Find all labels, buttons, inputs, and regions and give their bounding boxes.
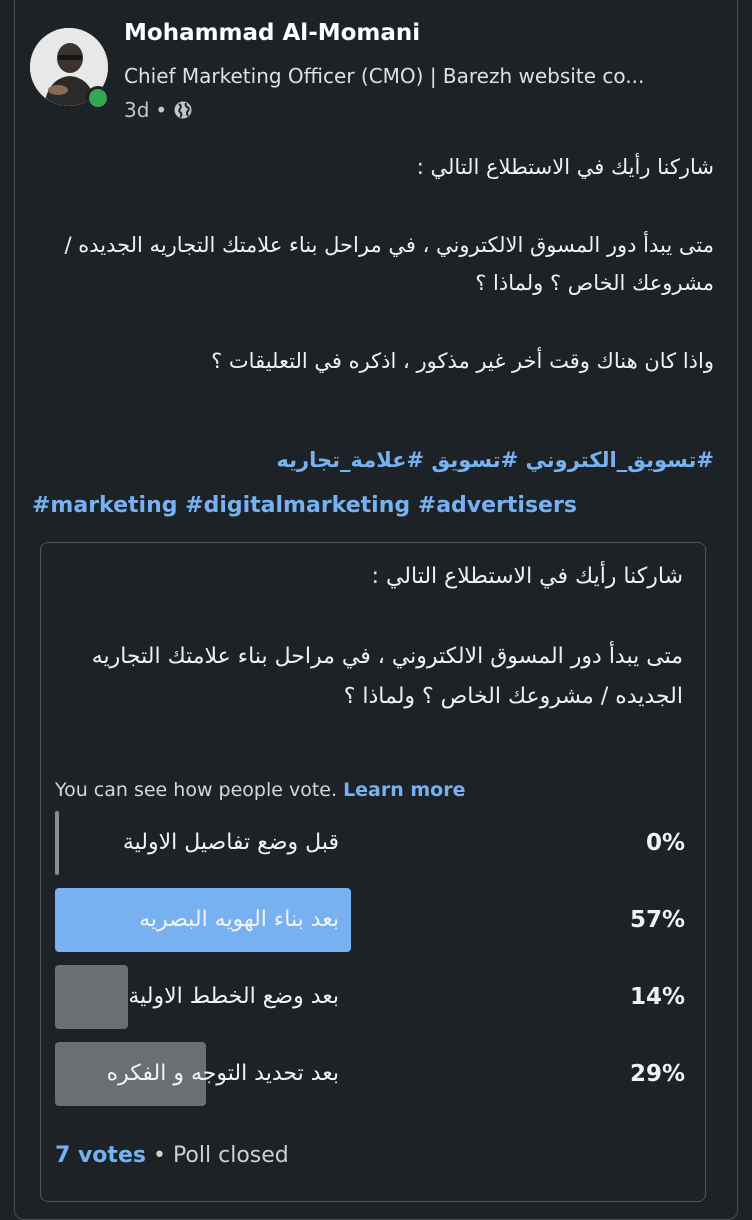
- poll-status: Poll closed: [172, 1143, 289, 1168]
- poll-option-percent: 57%: [629, 907, 685, 933]
- poll-option-label: بعد وضع الخطط الاولية: [128, 984, 339, 1009]
- post-text-line: شاركنا رأيك في الاستطلاع التالي :: [416, 155, 714, 179]
- poll-option-label: بعد تحديد التوجه و الفكره: [106, 1061, 339, 1086]
- author-name[interactable]: Mohammad Al-Momani: [124, 20, 420, 46]
- post-text: شاركنا رأيك في الاستطلاع التالي : متى يب…: [30, 148, 714, 380]
- poll-option-percent: 0%: [645, 830, 685, 856]
- visibility-text: You can see how people vote.: [55, 779, 338, 801]
- poll-option-label: قبل وضع تفاصيل الاولية: [122, 830, 339, 855]
- post-text-line: متى يبدأ دور المسوق الالكتروني ، في مراح…: [64, 233, 714, 295]
- poll-option[interactable]: بعد بناء الهويه البصريه 57%: [55, 888, 685, 952]
- footer-separator: •: [152, 1143, 166, 1168]
- post-meta: 3d •: [124, 98, 193, 122]
- poll-question: شاركنا رأيك في الاستطلاع التالي : متى يب…: [55, 557, 683, 717]
- poll: شاركنا رأيك في الاستطلاع التالي : متى يب…: [40, 542, 706, 1202]
- online-status-icon: [86, 86, 110, 110]
- meta-separator: •: [155, 98, 168, 122]
- post-text-line: واذا كان هناك وقت أخر غير مذكور ، اذكره …: [211, 349, 714, 373]
- post-time: 3d: [124, 98, 150, 122]
- author-headline: Chief Marketing Officer (CMO) | Barezh w…: [124, 64, 645, 88]
- poll-question-line: متى يبدأ دور المسوق الالكتروني ، في مراح…: [91, 644, 683, 709]
- poll-question-line: شاركنا رأيك في الاستطلاع التالي :: [371, 564, 683, 589]
- learn-more-link[interactable]: Learn more: [343, 779, 465, 801]
- poll-option[interactable]: بعد تحديد التوجه و الفكره 29%: [55, 1042, 685, 1106]
- poll-option[interactable]: قبل وضع تفاصيل الاولية 0%: [55, 811, 685, 875]
- hashtags-arabic[interactable]: #تسويق_الكتروني #تسويق #علامة_تجاريه: [30, 448, 714, 472]
- poll-footer: 7 votes • Poll closed: [55, 1143, 289, 1168]
- poll-option-percent: 14%: [629, 984, 685, 1010]
- poll-option[interactable]: بعد وضع الخطط الاولية 14%: [55, 965, 685, 1029]
- votes-count-link[interactable]: 7 votes: [55, 1143, 146, 1168]
- globe-icon: [174, 101, 192, 119]
- hashtags-english[interactable]: #marketing #digitalmarketing #advertiser…: [32, 493, 577, 518]
- poll-option-percent: 29%: [629, 1061, 685, 1087]
- poll-option-bar: [55, 811, 59, 875]
- vote-visibility-note: You can see how people vote. Learn more: [55, 779, 466, 801]
- poll-option-label: بعد بناء الهويه البصريه: [139, 907, 339, 932]
